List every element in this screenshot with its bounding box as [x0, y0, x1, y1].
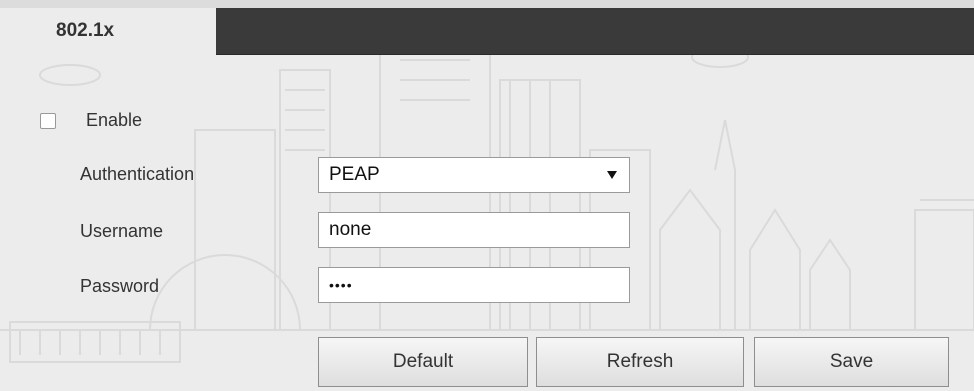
enable-checkbox[interactable] — [40, 112, 56, 129]
password-value: •••• — [329, 277, 353, 293]
username-label: Username — [80, 221, 164, 241]
username-value: none — [329, 219, 372, 240]
header-bar — [216, 8, 974, 55]
save-button[interactable]: Save — [754, 337, 949, 387]
authentication-select[interactable]: PEAP — [318, 157, 630, 193]
password-label: Password — [80, 276, 160, 296]
enable-row[interactable]: Enable — [40, 110, 142, 131]
authentication-label: Authentication — [80, 164, 195, 184]
username-input[interactable]: none — [318, 212, 630, 248]
enable-label: Enable — [86, 110, 143, 130]
top-strip — [0, 0, 974, 8]
authentication-value: PEAP — [329, 164, 380, 185]
tab-802-1x[interactable]: 802.1x — [40, 8, 216, 62]
refresh-button[interactable]: Refresh — [536, 337, 744, 387]
password-input[interactable]: •••• — [318, 267, 630, 303]
default-button[interactable]: Default — [318, 337, 528, 387]
tab-label: 802.1x — [56, 20, 115, 41]
caret-down-icon — [607, 171, 617, 179]
